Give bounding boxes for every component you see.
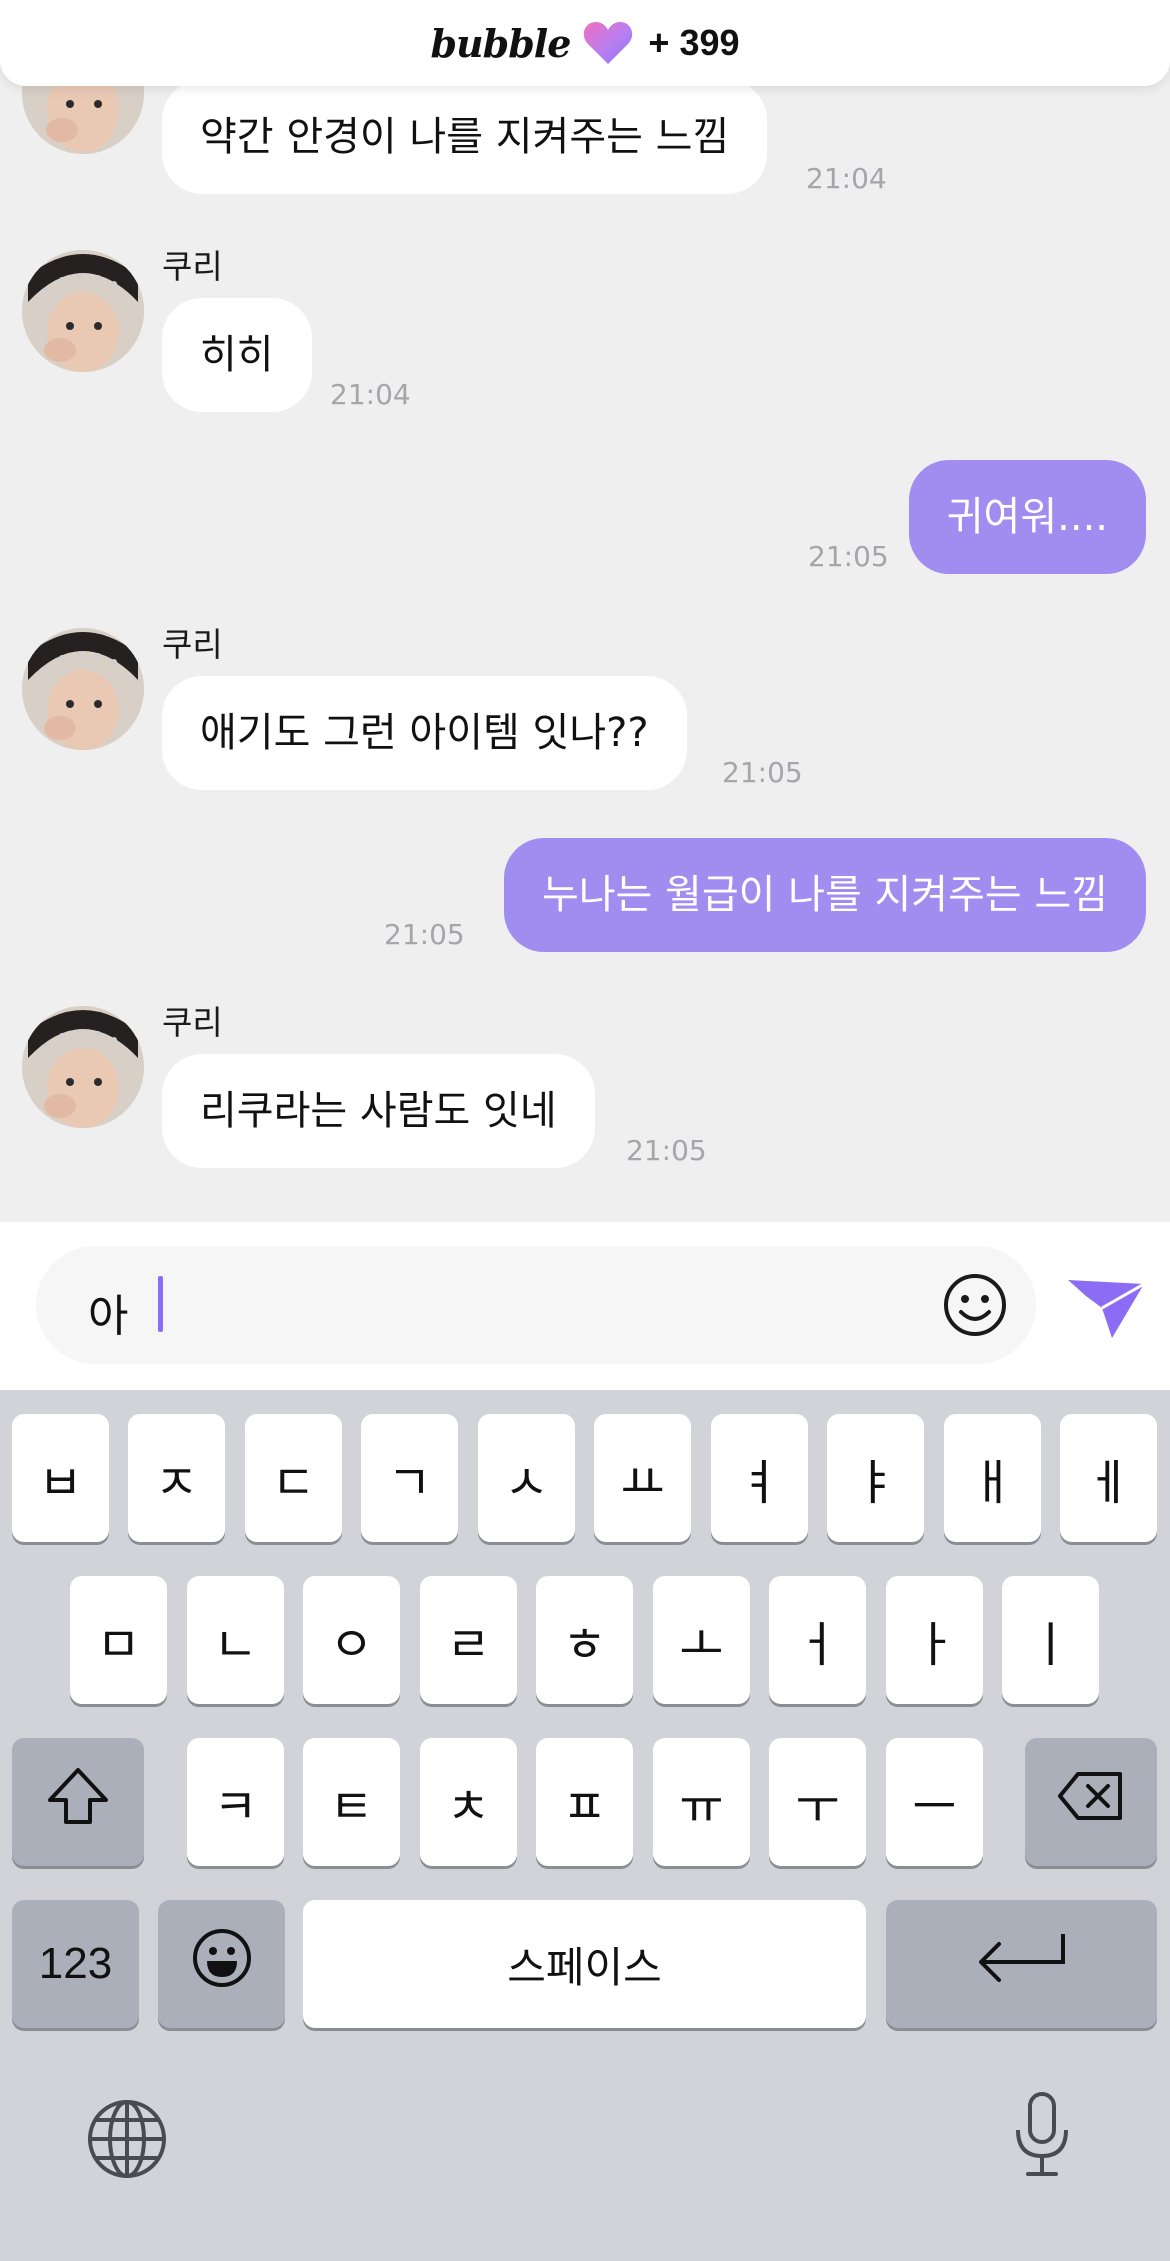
emoji-key[interactable] — [158, 1900, 285, 2028]
message-time: 21:04 — [806, 162, 887, 195]
message-bubble-incoming[interactable]: 리쿠라는 사람도 잇네 — [162, 1054, 595, 1168]
key[interactable]: ㅏ — [886, 1576, 983, 1704]
key[interactable]: ㅍ — [536, 1738, 633, 1866]
avatar[interactable] — [22, 1006, 144, 1128]
message-bubble-outgoing[interactable]: 누나는 월급이 나를 지켜주는 느낌 — [503, 838, 1146, 952]
key[interactable]: ㅌ — [303, 1738, 400, 1866]
message-text: 귀여워.... — [946, 494, 1108, 540]
letter-count: + 399 — [648, 22, 740, 63]
message-text: 히히 — [200, 332, 274, 378]
key[interactable]: ㅅ — [478, 1414, 575, 1542]
message-time: 21:05 — [808, 540, 889, 573]
brand-logo: bubble — [430, 20, 571, 66]
key[interactable]: ㅓ — [769, 1576, 866, 1704]
avatar[interactable] — [22, 628, 144, 750]
message-input-bar: 아 — [0, 1222, 1170, 1390]
key[interactable]: ㄱ — [361, 1414, 458, 1542]
chat-area[interactable]: 약간 안경이 나를 지켜주는 느낌 21:04 쿠리 히히 21:04 귀여워.… — [0, 0, 1170, 1222]
korean-keyboard: ㅂ ㅈ ㄷ ㄱ ㅅ ㅛ ㅕ ㅑ ㅐ ㅔ ㅁ ㄴ ㅇ ㄹ ㅎ ㅗ ㅓ ㅏ ㅣ ㅋ … — [0, 1390, 1170, 2261]
header-bar: bubble + 399 — [0, 0, 1170, 86]
backspace-icon — [1056, 1770, 1126, 1834]
key[interactable]: ㅇ — [303, 1576, 400, 1704]
message-text: 애기도 그런 아이템 잇나?? — [200, 710, 649, 756]
key[interactable]: ㄷ — [245, 1414, 342, 1542]
message-time: 21:04 — [330, 378, 411, 411]
text-caret — [158, 1276, 163, 1332]
message-time: 21:05 — [384, 918, 465, 951]
message-bubble-outgoing[interactable]: 귀여워.... — [908, 460, 1146, 574]
key[interactable]: ㅔ — [1060, 1414, 1157, 1542]
send-icon[interactable] — [1066, 1274, 1146, 1340]
key[interactable]: ㄹ — [420, 1576, 517, 1704]
backspace-key[interactable] — [1025, 1738, 1157, 1866]
key[interactable]: ㅂ — [12, 1414, 109, 1542]
key[interactable]: ㄴ — [187, 1576, 284, 1704]
return-key[interactable] — [886, 1900, 1157, 2028]
avatar[interactable] — [22, 250, 144, 372]
message-bubble-incoming[interactable]: 약간 안경이 나를 지켜주는 느낌 — [162, 80, 768, 194]
key[interactable]: ㅣ — [1002, 1576, 1099, 1704]
shift-icon — [46, 1766, 110, 1838]
message-bubble-incoming[interactable]: 애기도 그런 아이템 잇나?? — [162, 676, 687, 790]
key[interactable]: ㅐ — [944, 1414, 1041, 1542]
message-time: 21:05 — [626, 1134, 707, 1167]
key[interactable]: ㅠ — [653, 1738, 750, 1866]
emoji-icon — [191, 1927, 253, 2001]
message-bubble-incoming[interactable]: 히히 — [162, 298, 312, 412]
key[interactable]: ㅡ — [886, 1738, 983, 1866]
key[interactable]: ㅎ — [536, 1576, 633, 1704]
key[interactable]: ㅑ — [827, 1414, 924, 1542]
key[interactable]: ㅕ — [711, 1414, 808, 1542]
key[interactable]: ㅁ — [70, 1576, 167, 1704]
space-key[interactable]: 스페이스 — [303, 1900, 866, 2028]
message-text: 약간 안경이 나를 지켜주는 느낌 — [200, 114, 730, 160]
message-time: 21:05 — [722, 756, 803, 789]
sender-name: 쿠리 — [162, 625, 223, 664]
return-icon — [967, 1928, 1077, 2000]
key[interactable]: ㅜ — [769, 1738, 866, 1866]
key[interactable]: ㅊ — [420, 1738, 517, 1866]
message-input-value: 아 — [88, 1291, 129, 1342]
sender-name: 쿠리 — [162, 1003, 223, 1042]
numbers-key[interactable]: 123 — [12, 1900, 139, 2028]
sender-name: 쿠리 — [162, 247, 223, 286]
globe-icon[interactable] — [86, 2098, 168, 2184]
message-input[interactable]: 아 — [36, 1246, 1036, 1364]
message-text: 누나는 월급이 나를 지켜주는 느낌 — [541, 872, 1108, 918]
shift-key[interactable] — [12, 1738, 144, 1866]
key[interactable]: ㅋ — [187, 1738, 284, 1866]
key[interactable]: ㅈ — [128, 1414, 225, 1542]
heart-icon[interactable] — [582, 20, 634, 66]
smiley-icon[interactable] — [942, 1272, 1008, 1338]
microphone-icon[interactable] — [1012, 2090, 1072, 2184]
key[interactable]: ㅛ — [594, 1414, 691, 1542]
key[interactable]: ㅗ — [653, 1576, 750, 1704]
message-text: 리쿠라는 사람도 잇네 — [200, 1088, 557, 1134]
